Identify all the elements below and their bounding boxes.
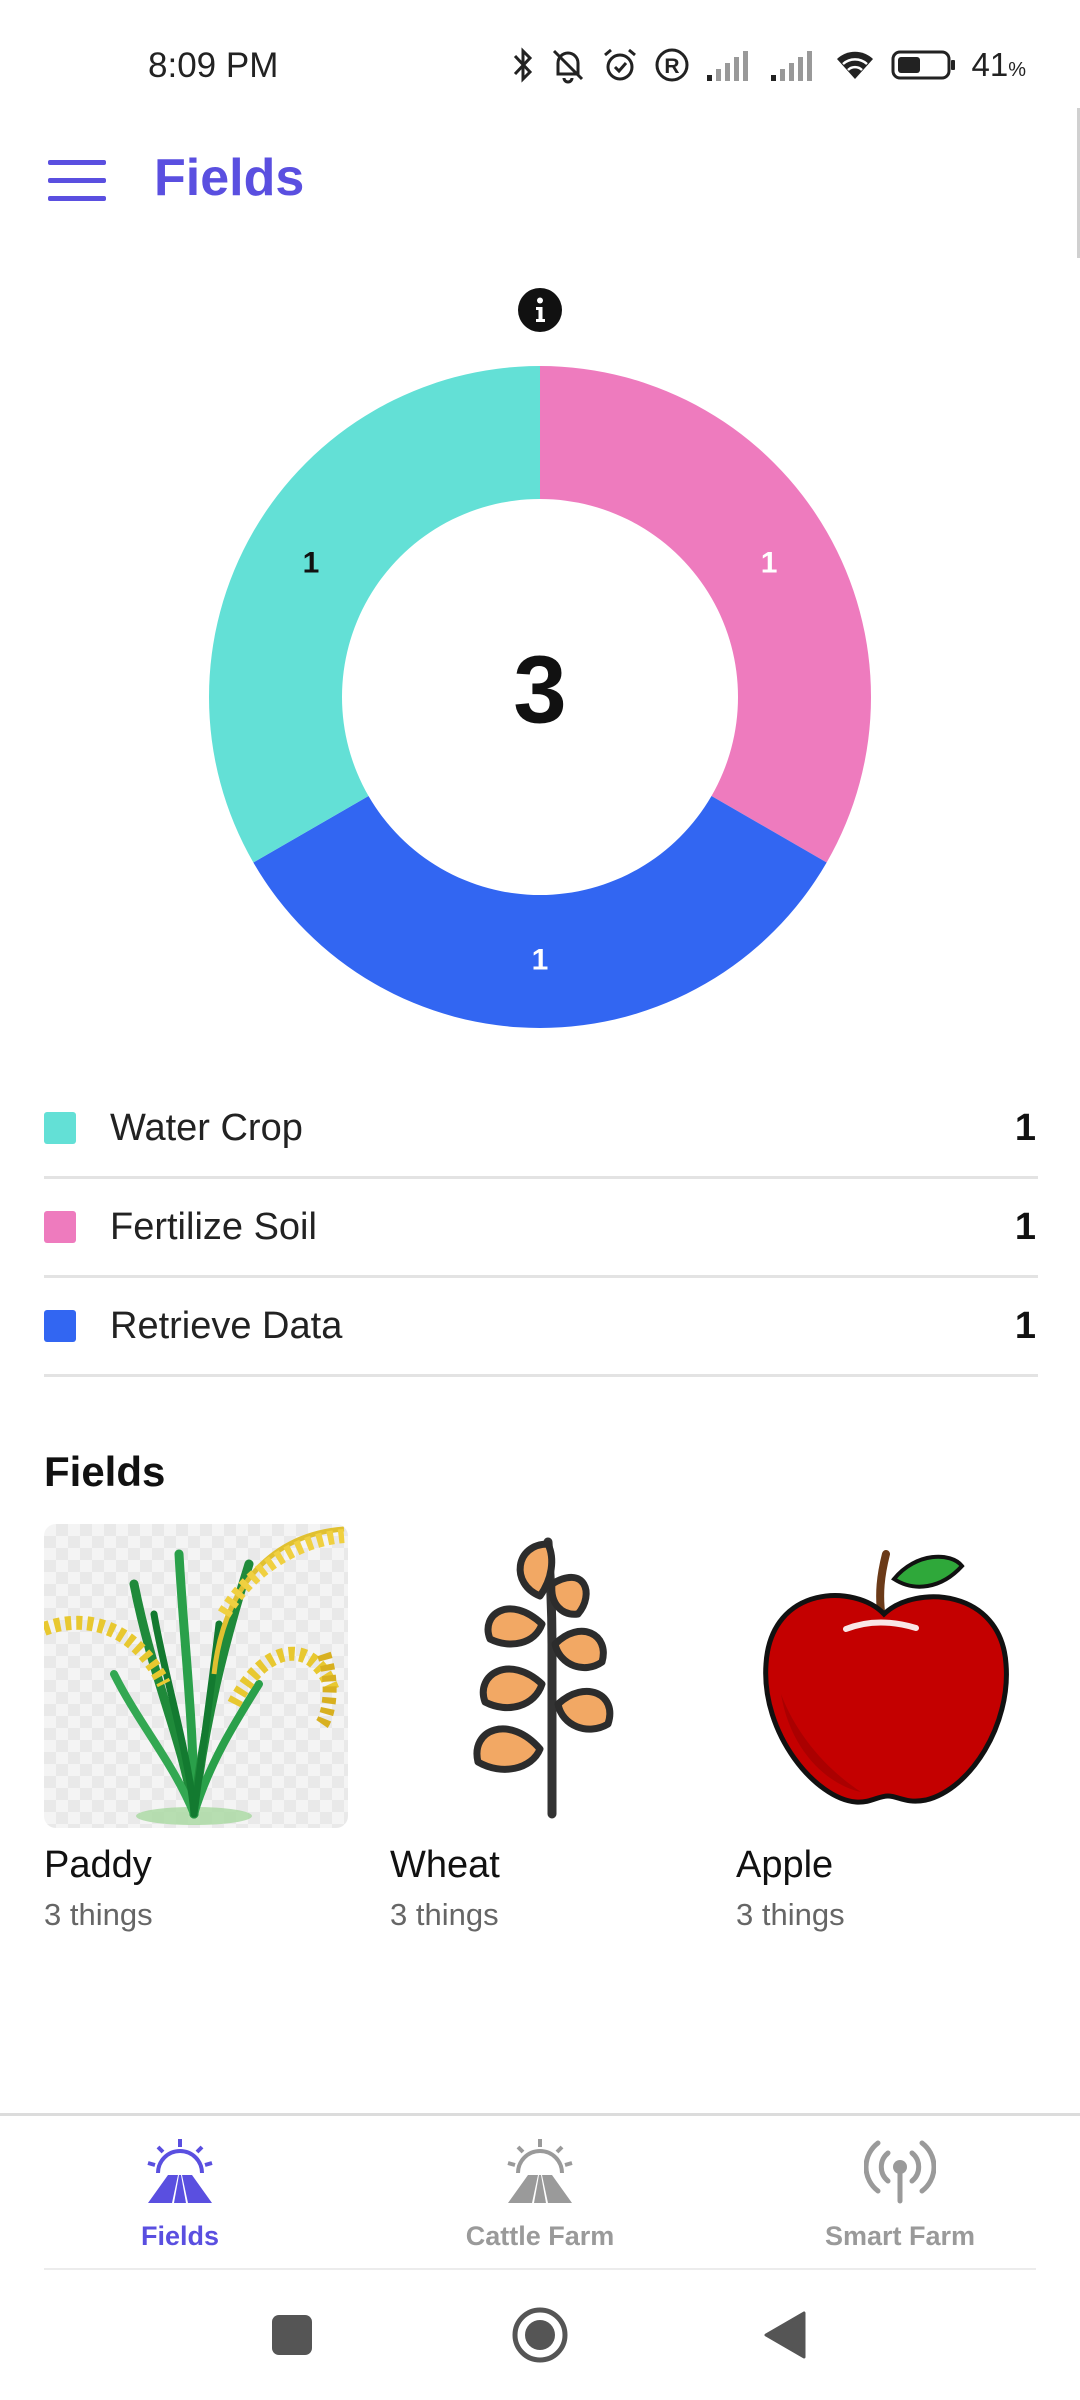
donut-segment-label: 1: [532, 943, 549, 976]
nav-item-fields[interactable]: Fields: [30, 2135, 330, 2252]
donut-segment-label: 1: [303, 547, 320, 580]
fields-icon: [147, 2139, 213, 2203]
cattle-farm-icon: [507, 2139, 573, 2203]
wifi-icon: [837, 51, 874, 79]
legend-row[interactable]: Retrieve Data 1: [44, 1278, 1038, 1377]
donut-segment-label: 1: [761, 547, 778, 580]
nav-label: Cattle Farm: [465, 2221, 615, 2251]
bottom-nav-border: [0, 2113, 1080, 2116]
legend-label: Retrieve Data: [110, 1304, 343, 1347]
home-button[interactable]: [510, 2305, 570, 2370]
field-count: 3 things: [44, 1897, 153, 1932]
apple-icon: [736, 1524, 1040, 1828]
legend-swatch: [44, 1112, 76, 1144]
donut-chart: 1 1 1 3: [209, 366, 871, 1028]
nav-item-cattle-farm[interactable]: Cattle Farm: [390, 2135, 690, 2252]
donut-segment[interactable]: [540, 366, 871, 863]
field-card-wheat[interactable]: Wheat 3 things: [390, 1524, 694, 1933]
field-card-paddy[interactable]: Paddy 3 things: [44, 1524, 348, 1933]
paddy-plant-icon: [44, 1524, 348, 1828]
donut-segment[interactable]: [209, 366, 540, 863]
legend-label: Water Crop: [110, 1106, 303, 1149]
legend-swatch: [44, 1211, 76, 1243]
legend-row[interactable]: Fertilize Soil 1: [44, 1179, 1038, 1278]
nav-label: Fields: [140, 2221, 220, 2251]
back-button[interactable]: [762, 2305, 808, 2370]
legend-value: 1: [1014, 1304, 1036, 1347]
smart-farm-icon: [864, 2140, 936, 2204]
page-title: Fields: [154, 149, 305, 207]
status-time: 8:09 PM: [148, 46, 279, 85]
fields-section-title: Fields: [44, 1448, 166, 1495]
field-name: Paddy: [44, 1844, 152, 1886]
alarm-icon: [604, 48, 637, 81]
legend-row[interactable]: Water Crop 1: [44, 1080, 1038, 1179]
legend-label: Fertilize Soil: [110, 1205, 317, 1248]
field-card-apple[interactable]: Apple 3 things: [736, 1524, 1040, 1933]
svg-text:R: R: [665, 55, 680, 78]
wheat-icon: [390, 1524, 694, 1828]
hamburger-menu-icon[interactable]: [48, 158, 106, 204]
legend-swatch: [44, 1310, 76, 1342]
signal-icon: [771, 51, 813, 81]
chart-legend: Water Crop 1 Fertilize Soil 1 Retrieve D…: [44, 1080, 1038, 1377]
field-name: Apple: [736, 1844, 834, 1886]
battery-percent: 41%: [971, 46, 1026, 83]
nav-label: Smart Farm: [824, 2221, 976, 2251]
field-count: 3 things: [390, 1897, 499, 1932]
nav-item-smart-farm[interactable]: Smart Farm: [750, 2135, 1050, 2252]
bell-off-icon: [553, 49, 584, 84]
status-icons: R 41%: [511, 40, 1026, 90]
donut-segment[interactable]: [253, 796, 827, 1028]
chart-center-total: 3: [513, 636, 566, 743]
legend-value: 1: [1014, 1205, 1036, 1248]
legend-value: 1: [1014, 1106, 1036, 1149]
field-count: 3 things: [736, 1897, 845, 1932]
signal-icon: [707, 51, 749, 81]
field-name: Wheat: [390, 1844, 500, 1886]
bluetooth-icon: [514, 47, 533, 83]
nav-divider: [44, 2268, 1036, 2270]
registered-icon: R: [655, 48, 689, 82]
battery-icon: [891, 50, 956, 80]
info-icon[interactable]: [518, 288, 562, 332]
recent-apps-button[interactable]: [270, 2305, 314, 2370]
